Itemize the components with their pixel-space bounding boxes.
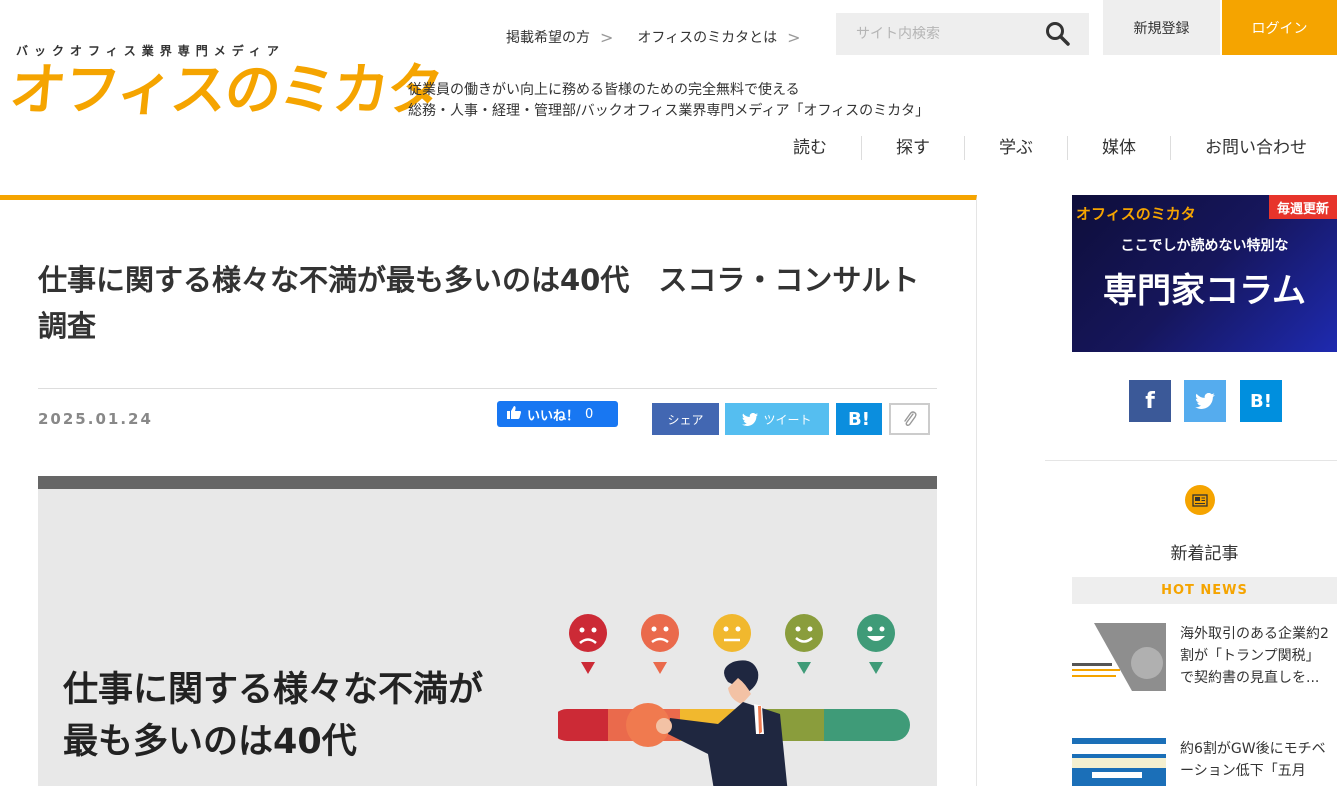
search-box — [836, 13, 1089, 55]
article-date: 2025.01.24 — [38, 410, 153, 428]
news-title-line2: 割が「トランプ関税」 — [1180, 648, 1320, 664]
share-hatena-button[interactable]: B! — [836, 403, 882, 435]
newspaper-icon — [1185, 485, 1215, 515]
content-face-icon — [785, 614, 823, 652]
site-description-line2: 総務・人事・経理・管理部/バックオフィス業界専門メディア「オフィスのミカタ」 — [408, 103, 930, 119]
facebook-icon[interactable]: f — [1129, 380, 1171, 422]
banner-title: 専門家コラム — [1103, 271, 1306, 311]
nav-learn[interactable]: 学ぶ — [964, 136, 1067, 160]
angry-face-icon — [569, 614, 607, 652]
news-title: 海外取引のある企業約2 割が「トランプ関税」 で契約書の見直しを... — [1180, 623, 1337, 689]
nav-read[interactable]: 読む — [793, 136, 861, 160]
nav-contact[interactable]: お問い合わせ — [1170, 136, 1307, 160]
divider — [1045, 460, 1337, 461]
hatena-bookmark-icon[interactable]: B! — [1240, 380, 1282, 422]
link-about[interactable]: オフィスのミカタとは > — [637, 27, 800, 47]
nav-search[interactable]: 探す — [861, 136, 964, 160]
twitter-bird-icon — [742, 412, 759, 426]
satisfaction-scale-illustration — [558, 614, 910, 786]
link-about-label: オフィスのミカタとは — [637, 30, 778, 46]
businessman-figure — [656, 660, 788, 786]
sad-face-icon — [641, 614, 679, 652]
chevron-right-icon: > — [600, 27, 614, 47]
news-thumbnail — [1072, 623, 1166, 691]
expert-column-banner[interactable]: オフィスのミカタ 毎週更新 ここでしか読めない特別な 専門家コラム — [1072, 195, 1337, 352]
thumbs-up-icon — [507, 405, 521, 423]
share-twitter-button[interactable]: ツイート — [725, 403, 829, 435]
article-title: 仕事に関する様々な不満が最も多いのは40代 スコラ・コンサルト調査 — [38, 263, 920, 343]
news-item[interactable]: 海外取引のある企業約2 割が「トランプ関税」 で契約書の見直しを... — [1072, 623, 1337, 691]
facebook-like-button[interactable]: いいね！ 0 — [497, 401, 618, 427]
share-twitter-label: ツイート — [763, 412, 812, 427]
article-hero-image: 仕事に関する様々な不満が 最も多いのは40代 — [38, 476, 937, 786]
search-icon[interactable] — [1045, 21, 1071, 47]
hero-headline-line2: 最も多いのは40代 — [63, 722, 357, 762]
logo-tagline: バックオフィス業界専門メディア — [16, 44, 285, 58]
hot-news-label: HOT NEWS — [1072, 577, 1337, 604]
news-title-line1: 約6割がGW後にモチベ — [1180, 741, 1326, 757]
share-facebook-button[interactable]: シェア — [652, 403, 719, 435]
copy-link-button[interactable] — [889, 403, 930, 435]
happy-face-icon — [857, 614, 895, 652]
site-description: 従業員の働きがい向上に務める皆様のための完全無料で使える 総務・人事・経理・管理… — [408, 80, 929, 122]
paperclip-icon — [903, 411, 917, 427]
top-links: 掲載希望の方 > オフィスのミカタとは > — [506, 27, 825, 47]
banner-logo: オフィスのミカタ — [1076, 205, 1196, 223]
site-logo[interactable]: オフィスのミカタ — [7, 58, 445, 123]
news-title-line2: ーション低下「五月 — [1180, 763, 1306, 779]
news-title-line3: で契約書の見直しを... — [1180, 670, 1320, 686]
register-button[interactable]: 新規登録 — [1103, 0, 1220, 55]
facebook-like-label: いいね！ — [527, 408, 580, 424]
search-input[interactable] — [856, 26, 1036, 42]
banner-subtitle: ここでしか読めない特別な — [1120, 238, 1289, 254]
login-button[interactable]: ログイン — [1222, 0, 1337, 55]
chevron-right-icon: > — [787, 27, 801, 47]
news-item[interactable]: 約6割がGW後にモチベ ーション低下「五月 — [1072, 738, 1337, 786]
nav-media[interactable]: 媒体 — [1067, 136, 1170, 160]
weekly-update-badge: 毎週更新 — [1269, 195, 1337, 219]
hero-headline-line1: 仕事に関する様々な不満が — [63, 670, 484, 710]
facebook-like-count: 0 — [585, 406, 594, 422]
main-nav: 読む 探す 学ぶ 媒体 お問い合わせ — [793, 136, 1307, 160]
divider — [38, 388, 937, 389]
news-thumbnail — [1072, 738, 1166, 786]
article: 仕事に関する様々な不満が最も多いのは40代 スコラ・コンサルト調査 2025.0… — [0, 195, 977, 786]
sidebar: オフィスのミカタ 毎週更新 ここでしか読めない特別な 専門家コラム f B! 新… — [1045, 195, 1337, 786]
hero-headline: 仕事に関する様々な不満が 最も多いのは40代 — [63, 664, 483, 768]
news-title-line1: 海外取引のある企業約2 — [1180, 626, 1329, 642]
link-advertise-label: 掲載希望の方 — [506, 30, 590, 46]
twitter-icon[interactable] — [1184, 380, 1226, 422]
site-description-line1: 従業員の働きがい向上に務める皆様のための完全無料で使える — [408, 82, 800, 98]
news-title: 約6割がGW後にモチベ ーション低下「五月 — [1180, 738, 1337, 782]
link-advertise[interactable]: 掲載希望の方 > — [506, 27, 613, 47]
neutral-face-icon — [713, 614, 751, 652]
latest-articles-heading: 新着記事 — [1170, 544, 1239, 564]
